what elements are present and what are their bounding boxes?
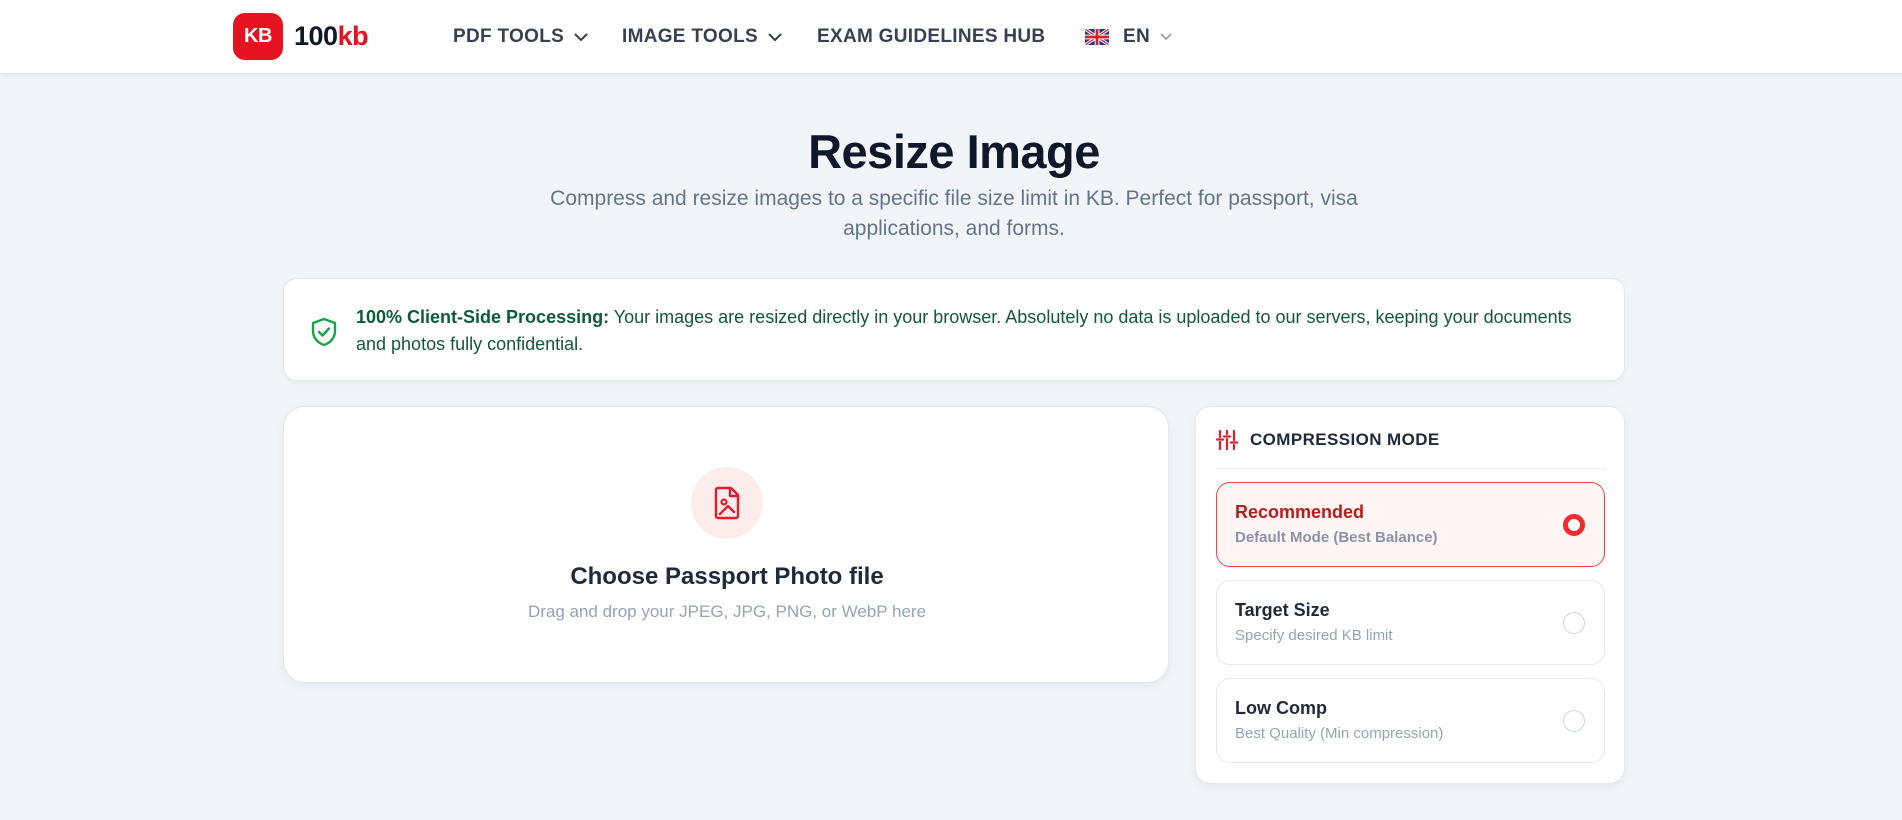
chevron-down-icon [768,33,782,41]
language-selector[interactable]: EN [1085,24,1172,50]
radio-button-selected[interactable] [1563,514,1585,536]
radio-button[interactable] [1563,612,1585,634]
file-image-icon [714,486,740,520]
mode-option-subtitle: Default Mode (Best Balance) [1235,529,1438,546]
shield-check-icon [311,317,337,347]
compression-mode-title: COMPRESSION MODE [1250,430,1440,449]
page-title: Resize Image [808,125,1100,178]
logo-number: 100 [294,21,338,51]
file-dropzone[interactable]: Choose Passport Photo file Drag and drop… [283,406,1169,683]
compression-mode-header: COMPRESSION MODE [1216,429,1606,469]
nav-pdf-tools-label: PDF TOOLS [453,26,565,47]
mode-option-subtitle: Specify desired KB limit [1235,627,1393,644]
logo-kb: kb [337,21,369,51]
upload-icon-circle [691,467,763,539]
nav-image-tools[interactable]: IMAGE TOOLS [622,24,782,50]
privacy-notice-bold: 100% Client-Side Processing: [356,307,610,327]
upload-hint: Drag and drop your JPEG, JPG, PNG, or We… [527,602,927,621]
mode-option-subtitle: Best Quality (Min compression) [1235,725,1444,742]
mode-option-title: Target Size [1235,600,1330,620]
nav-exam-label: EXAM GUIDELINES HUB [817,26,1046,47]
page-subtitle: Compress and resize images to a specific… [550,187,1358,240]
top-navbar: KB 100kb PDF TOOLS IMAGE TOOLS EXAM GUID… [0,0,1902,74]
nav-image-tools-label: IMAGE TOOLS [622,26,758,47]
mode-option-title: Low Comp [1235,698,1327,718]
chevron-down-icon [1160,33,1172,40]
logo-badge: KB [233,13,283,60]
upload-title: Choose Passport Photo file [570,563,884,590]
mode-option-title: Recommended [1235,502,1365,522]
privacy-notice: 100% Client-Side Processing: Your images… [283,278,1625,381]
logo-wordmark: 100kb [294,21,369,52]
mode-option-low-comp[interactable]: Low Comp Best Quality (Min compression) [1216,678,1605,763]
language-label: EN [1123,26,1150,47]
compression-mode-panel: COMPRESSION MODE Recommended Default Mod… [1195,406,1625,784]
nav-exam-guidelines-hub[interactable]: EXAM GUIDELINES HUB [817,24,1045,50]
radio-button[interactable] [1563,710,1585,732]
site-logo[interactable]: KB 100kb [233,13,369,60]
chevron-down-icon [574,33,588,41]
mode-option-recommended[interactable]: Recommended Default Mode (Best Balance) [1216,482,1605,567]
uk-flag-icon [1085,29,1109,45]
mode-option-target-size[interactable]: Target Size Specify desired KB limit [1216,580,1605,665]
nav-pdf-tools[interactable]: PDF TOOLS [453,24,588,50]
sliders-icon [1216,429,1238,451]
privacy-notice-text: 100% Client-Side Processing: Your images… [356,304,1606,358]
